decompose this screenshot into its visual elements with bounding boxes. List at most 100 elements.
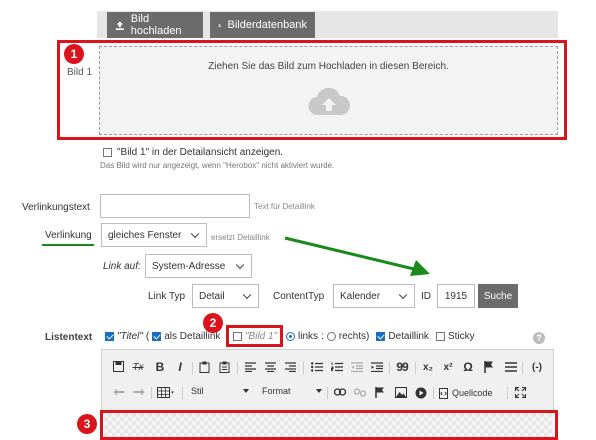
sticky-checkbox[interactable] [435, 332, 445, 341]
link-target-select[interactable]: gleiches Fenster [101, 223, 207, 247]
link-hint: ersetzt Detaillink [211, 233, 270, 242]
list-options: "Titel" ( als Detaillink [105, 331, 220, 342]
left-radio[interactable] [286, 332, 295, 341]
unlink-icon[interactable] [354, 388, 366, 397]
green-arrow-icon [284, 236, 430, 276]
align-left-icon[interactable] [245, 362, 256, 372]
link-type-select[interactable]: Detail [192, 284, 259, 308]
link-type-label: Link Typ [148, 291, 186, 302]
media-embed-icon[interactable] [415, 387, 427, 399]
redo-icon[interactable] [133, 388, 145, 397]
link-on-select[interactable]: System-Adresse [145, 254, 252, 278]
link-target-value: gleiches Fenster [108, 229, 182, 241]
align-right-icon[interactable] [285, 362, 296, 372]
toolbar-separator [151, 387, 152, 399]
link-type-value: Detail [199, 290, 225, 302]
paste-icon[interactable] [199, 361, 210, 373]
placeholder-icon[interactable]: (-) [528, 360, 546, 374]
upload-toolbar: Bild hochladen Bilderdatenbank [97, 11, 558, 38]
detail-view-option[interactable]: "Bild 1" in der Detailansicht anzeigen. [103, 147, 283, 158]
id-label: ID [421, 291, 431, 302]
list-text-label: Listentext [45, 332, 93, 343]
link-on-value: System-Adresse [152, 260, 226, 272]
link-icon[interactable] [334, 388, 346, 396]
special-char-icon[interactable]: Ω [461, 360, 475, 374]
bullet-list-icon[interactable] [311, 362, 323, 372]
link-label: Verlinkung [45, 230, 92, 241]
toolbar-separator [389, 362, 390, 374]
right-radio-label: rechts) [338, 331, 370, 342]
title-option-label: "Titel" [117, 331, 143, 342]
toolbar-separator [415, 362, 416, 374]
highlight-box-2 [226, 325, 283, 347]
chevron-down-icon [235, 260, 245, 270]
table-icon[interactable] [157, 387, 175, 398]
chevron-down-icon [316, 389, 322, 393]
format-select[interactable]: Format [262, 386, 322, 400]
style-select[interactable]: Stil [191, 386, 249, 400]
chevron-down-icon [398, 290, 408, 300]
editor-toolbar: Tx B I 99 x₂ x² Ω (-) Stil Format Quellc… [101, 349, 554, 411]
bold-icon[interactable]: B [154, 360, 166, 374]
source-code-button[interactable]: Quellcode [439, 386, 493, 400]
help-icon[interactable]: ? [533, 332, 545, 344]
style-select-value: Stil [191, 386, 204, 396]
superscript-icon[interactable]: x² [441, 360, 455, 374]
maximize-icon[interactable] [515, 387, 526, 398]
link-text-value [101, 200, 105, 211]
as-detaillink-checkbox[interactable] [152, 332, 162, 341]
align-center-icon[interactable] [265, 362, 276, 372]
clear-format-icon[interactable]: Tx [132, 360, 144, 374]
horizontal-line-icon[interactable] [505, 361, 517, 373]
content-type-select[interactable]: Kalender [333, 284, 415, 308]
right-radio[interactable] [326, 332, 336, 341]
badge-1: 1 [64, 44, 84, 64]
position-options: links : rechts) Detaillink Sticky [286, 331, 475, 342]
image-icon[interactable] [395, 387, 407, 398]
detaillink-checkbox[interactable] [376, 332, 386, 341]
flag-icon[interactable] [484, 361, 494, 373]
id-input[interactable]: 1915 [437, 284, 475, 308]
outdent-icon[interactable] [351, 362, 363, 372]
save-icon[interactable] [113, 361, 124, 372]
undo-icon[interactable] [113, 388, 125, 397]
toolbar-separator [192, 362, 193, 374]
green-underline [42, 244, 94, 246]
toolbar-separator [237, 362, 238, 374]
source-code-icon [439, 387, 448, 399]
title-option-paren: ( [145, 331, 150, 342]
link-text-input[interactable] [100, 194, 250, 218]
toolbar-separator [507, 387, 508, 399]
format-select-value: Format [262, 386, 291, 396]
search-button[interactable]: Suche [478, 284, 518, 308]
id-value: 1915 [444, 290, 468, 302]
sticky-label: Sticky [447, 331, 475, 342]
badge-3: 3 [77, 414, 97, 434]
upload-image-button[interactable]: Bild hochladen [107, 12, 203, 38]
chevron-down-icon [190, 229, 200, 239]
detail-view-label: "Bild 1" in der Detailansicht anzeigen. [117, 147, 284, 158]
italic-icon[interactable]: I [174, 360, 186, 374]
image-database-label: Bilderdatenbank [227, 19, 307, 31]
title-checkbox[interactable] [105, 332, 114, 341]
source-code-label: Quellcode [452, 388, 493, 398]
link-on-label: Link auf: [103, 261, 141, 272]
highlight-box-1 [57, 40, 567, 140]
position-colon: : [321, 331, 324, 342]
anchor-flag-icon[interactable] [375, 387, 385, 398]
indent-icon[interactable] [371, 362, 383, 372]
toolbar-separator [433, 387, 434, 399]
toolbar-separator [182, 387, 183, 399]
numbered-list-icon[interactable] [331, 362, 343, 372]
detail-view-checkbox[interactable] [103, 148, 112, 157]
blockquote-icon[interactable]: 99 [395, 360, 409, 374]
paste-text-icon[interactable] [219, 361, 230, 373]
chevron-down-icon [242, 290, 252, 300]
chevron-down-icon [243, 389, 249, 393]
image-database-button[interactable]: Bilderdatenbank [210, 12, 315, 38]
subscript-icon[interactable]: x₂ [421, 360, 435, 374]
toolbar-separator [522, 362, 523, 374]
detail-view-note: Das Bild wird nur angezeigt, wenn "Herob… [100, 161, 335, 170]
content-type-label: ContentTyp [273, 291, 325, 302]
left-radio-label: links [298, 331, 319, 342]
